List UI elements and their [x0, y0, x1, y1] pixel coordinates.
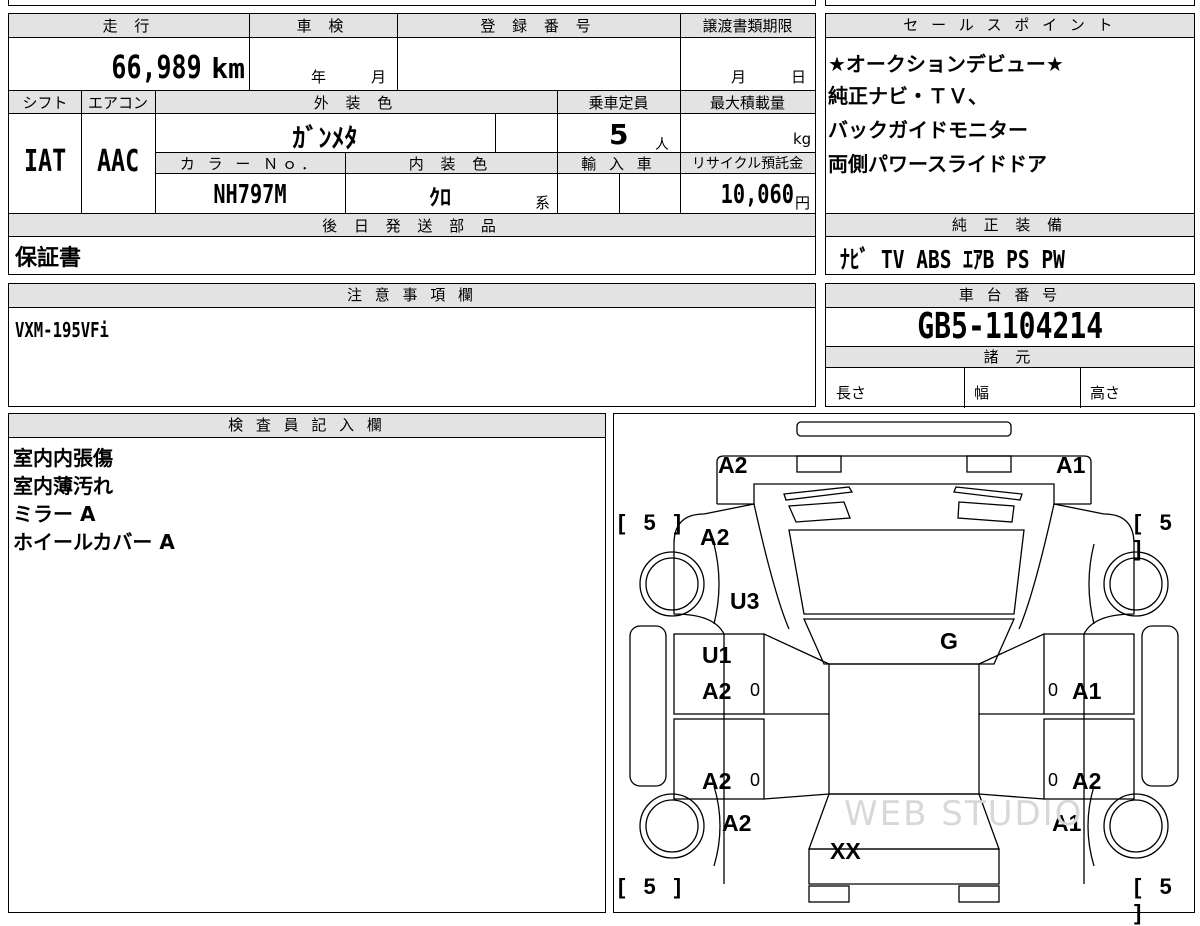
length-label: 長さ [836, 384, 867, 402]
watermark: WEB STUDIO [844, 794, 1084, 834]
capacity-label: 乗車定員 [588, 94, 649, 112]
tire-rear-right: [ 5 ] [1134, 874, 1178, 925]
exterior-value: ｶﾞﾝﾒﾀ [292, 124, 358, 154]
damage-mark: U3 [730, 588, 760, 614]
color-no-label: カ ラ ー Ｎｏ． [179, 155, 321, 173]
later-parts-label: 後 日 発 送 部 品 [322, 217, 502, 235]
damage-mark: A2 [1072, 768, 1102, 794]
capacity-unit: 人 [655, 137, 669, 153]
sales-point-line: ★オークションデビュー★ [828, 52, 1064, 76]
damage-mark: U1 [702, 642, 732, 668]
damage-mark: A2 [702, 768, 732, 794]
divider [495, 114, 496, 152]
recycle-unit: 円 [795, 194, 811, 212]
later-parts-value: 保証書 [15, 246, 82, 271]
import-label: 輸 入 車 [581, 155, 656, 173]
transfer-day-unit: 日 [791, 68, 807, 86]
max-load-label: 最大積載量 [709, 94, 785, 112]
inspection-month-unit: 月 [371, 68, 387, 86]
equipment-value: ﾅﾋﾞ TV ABS ｴｱB PS PW [840, 245, 1065, 274]
car-diagram-box: [ 5 ] [ 5 ] [ 5 ] [ 5 ] A2 A1 A2 U3 G U1… [613, 413, 1195, 925]
paint-thickness-zero: 0 [1048, 680, 1059, 700]
damage-mark: A2 [700, 524, 730, 550]
divider [249, 14, 250, 90]
recycle-label: リサイクル預託金 [691, 156, 804, 172]
divider [557, 90, 558, 213]
sales-points-box: セ ー ル ス ポ イ ン ト ★オークションデビュー★ 純正ナビ・ＴＶ、 バッ… [825, 13, 1195, 275]
damage-mark: XX [830, 838, 861, 864]
paint-thickness-zero: 0 [1048, 770, 1059, 790]
vehicle-info-box: 走 行 車 検 登 録 番 号 譲渡書類期限 66,989 km 年 月 月 日… [8, 13, 816, 275]
damage-mark: A2 [702, 678, 732, 704]
tire-rear-left: [ 5 ] [618, 874, 688, 899]
divider [155, 90, 156, 213]
sales-point-line: 純正ナビ・ＴＶ、 [828, 84, 988, 108]
top-strip [8, 0, 816, 6]
divider [1080, 368, 1081, 408]
divider [81, 90, 82, 213]
inspector-line: ホイールカバー A [13, 530, 175, 554]
divider [964, 368, 965, 408]
notes-box: 注 意 事 項 欄 VXM-195VFi [8, 283, 816, 407]
exterior-label: 外 装 色 [313, 94, 399, 112]
shift-label: シフト [22, 94, 68, 112]
inspection-label: 車 検 [296, 17, 350, 35]
inspector-line: 室内内張傷 [13, 446, 113, 470]
divider [345, 152, 346, 213]
shift-value: IAT [23, 144, 67, 179]
damage-mark: A1 [1056, 452, 1086, 478]
paint-thickness-zero: 0 [750, 680, 761, 700]
interior-value: ｸﾛ [428, 186, 451, 211]
divider [397, 14, 398, 90]
transfer-month-unit: 月 [731, 68, 747, 86]
mileage-value: 66,989 km [110, 48, 245, 86]
chassis-value: GB5-1104214 [917, 306, 1103, 347]
registration-label: 登 録 番 号 [480, 17, 597, 35]
chassis-header: 車 台 番 号 [826, 284, 1194, 308]
transfer-label: 譲渡書類期限 [702, 17, 793, 35]
max-load-unit: kg [793, 130, 812, 148]
paint-thickness-zero: 0 [750, 770, 761, 790]
damage-mark: A1 [1072, 678, 1102, 704]
equipment-header: 純 正 装 備 [826, 213, 1194, 237]
damage-mark: G [940, 628, 958, 654]
mileage-label: 走 行 [102, 17, 156, 35]
height-label: 高さ [1090, 384, 1121, 402]
color-no-value: NH797M [213, 180, 287, 210]
interior-suffix: 系 [535, 194, 551, 212]
specs-header: 諸 元 [826, 346, 1194, 368]
damage-mark: A2 [718, 452, 748, 478]
divider [619, 174, 620, 213]
notes-header: 注 意 事 項 欄 [9, 284, 815, 308]
inspector-header: 検 査 員 記 入 欄 [9, 414, 605, 438]
inspector-box: 検 査 員 記 入 欄 室内内張傷 室内薄汚れ ミラー A ホイールカバー A [8, 413, 606, 913]
recycle-value: 10,060 [720, 180, 794, 210]
tire-front-right: [ 5 ] [1134, 510, 1178, 561]
tire-front-left: [ 5 ] [618, 510, 688, 535]
sales-point-line: 両側パワースライドドア [828, 152, 1047, 176]
notes-value: VXM-195VFi [15, 318, 109, 342]
inspector-line: 室内薄汚れ [13, 474, 113, 498]
ac-label: エアコン [87, 94, 148, 112]
damage-mark: A2 [722, 810, 752, 836]
chassis-box: 車 台 番 号 GB5-1104214 諸 元 長さ 幅 高さ [825, 283, 1195, 408]
sales-point-line: バックガイドモニター [828, 118, 1028, 142]
interior-label: 内 装 色 [408, 155, 494, 173]
width-label: 幅 [974, 384, 990, 402]
inspector-line: ミラー A [13, 502, 96, 526]
sales-points-header: セ ー ル ス ポ イ ン ト [826, 14, 1194, 38]
inspection-year-unit: 年 [311, 68, 327, 86]
capacity-value: 5 [609, 118, 629, 151]
divider [680, 14, 681, 213]
ac-value: AAC [96, 144, 140, 179]
top-strip-right [825, 0, 1195, 6]
